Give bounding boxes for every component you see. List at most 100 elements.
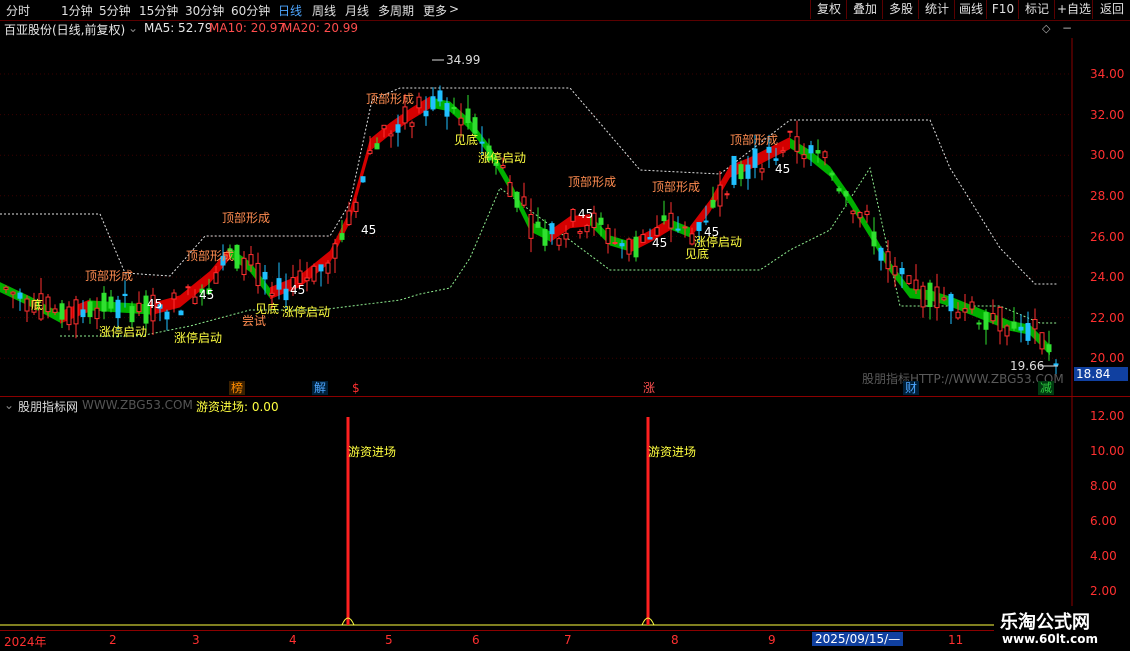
ind-y-tick-10: 10.00 <box>1090 444 1125 458</box>
candle-body <box>983 312 989 330</box>
candle-body <box>927 282 933 308</box>
price-chart-svg[interactable] <box>0 38 1130 396</box>
candle-body <box>1025 322 1031 341</box>
candle-body <box>66 306 72 326</box>
x-axis: 2024年 2 3 4 5 6 7 8 9 2025/09/15/— 11 <box>0 630 1072 651</box>
candle-body <box>535 221 541 228</box>
indicator-svg[interactable] <box>0 397 1130 630</box>
more-chevron-icon[interactable]: > <box>449 2 459 16</box>
candle-body <box>360 176 366 183</box>
candle-body <box>640 234 646 243</box>
period-tab-fenshi[interactable]: 分时 <box>6 2 30 19</box>
event-tag-finance[interactable]: 财 <box>903 381 920 395</box>
candle-body <box>304 277 310 282</box>
candle-body <box>661 215 667 222</box>
add-favorite-button[interactable]: +自选 <box>1054 0 1093 19</box>
candle-body <box>892 265 898 276</box>
event-tag-dividend[interactable]: $ <box>350 381 362 395</box>
ma10-value: MA10: 20.97 <box>209 21 286 35</box>
restore-rights-button[interactable]: 复权 <box>810 0 847 19</box>
back-button[interactable]: 返回 <box>1092 0 1130 19</box>
candle-body <box>325 262 331 274</box>
candle-body <box>752 148 758 168</box>
x-label: 7 <box>564 633 572 647</box>
candle-body <box>388 133 394 137</box>
period-tab-1min[interactable]: 1分钟 <box>61 2 93 19</box>
draw-line-button[interactable]: 画线 <box>954 0 987 19</box>
candle-body <box>885 251 891 270</box>
candle-body <box>731 155 737 185</box>
candle-body <box>1032 319 1038 330</box>
period-tab-multi[interactable]: 多周期 <box>378 2 414 19</box>
candle-body <box>423 110 429 117</box>
candle-body <box>836 188 842 192</box>
candle-body <box>766 146 772 153</box>
statistics-button[interactable]: 统计 <box>918 0 955 19</box>
candle-body <box>598 217 604 225</box>
candle-body <box>577 230 583 234</box>
candle-body <box>528 214 534 239</box>
candle-body <box>94 307 100 320</box>
period-tab-weekly[interactable]: 周线 <box>312 2 336 19</box>
period-tab-15min[interactable]: 15分钟 <box>139 2 178 19</box>
candle-body <box>563 232 569 240</box>
period-tab-more[interactable]: 更多 <box>423 2 447 19</box>
x-label: 6 <box>472 633 480 647</box>
watermark-text: 股朋指标HTTP://WWW.ZBG53.COM <box>862 372 1064 386</box>
candle-body <box>332 243 338 259</box>
multi-stock-button[interactable]: 多股 <box>882 0 919 19</box>
event-tag-reduce[interactable]: 减 <box>1038 381 1055 395</box>
candle-body <box>1053 363 1059 366</box>
candle-body <box>612 241 618 244</box>
signal-limit-up-start: 涨停启动 <box>282 305 331 319</box>
period-tab-5min[interactable]: 5分钟 <box>99 2 131 19</box>
candle-body <box>815 150 821 154</box>
candle-body <box>353 201 359 212</box>
signal-top-formed: 顶部形成 <box>222 211 271 225</box>
signal-limit-up-start: 涨停启动 <box>478 151 527 165</box>
period-tab-monthly[interactable]: 月线 <box>345 2 369 19</box>
ind-y-tick-12: 12.00 <box>1090 409 1125 423</box>
candle-body <box>1018 326 1024 331</box>
candle-body <box>262 271 268 280</box>
indicator-panel[interactable]: ⌄ 股朋指标网 WWW.ZBG53.COM · 游资进场: 0.00 12.00… <box>0 397 1130 630</box>
candle-body <box>248 254 254 266</box>
event-tag-unlock[interactable]: 解 <box>312 381 329 395</box>
candle-body <box>787 130 793 133</box>
period-tab-60min[interactable]: 60分钟 <box>231 2 270 19</box>
candle-body <box>906 275 912 284</box>
signal-45: 45 <box>578 207 594 221</box>
candle-body <box>556 238 562 246</box>
trend-band-segment <box>350 139 370 223</box>
settings-circle-icon[interactable]: ⌄ <box>128 21 138 35</box>
period-tab-daily[interactable]: 日线 <box>278 2 302 19</box>
candle-body <box>990 313 996 322</box>
candle-body <box>241 257 247 276</box>
x-label: 9 <box>768 633 776 647</box>
y-tick-24: 24.00 <box>1090 270 1125 284</box>
signal-45: 45 <box>775 162 791 176</box>
zoom-out-icon[interactable]: − <box>1062 21 1072 35</box>
price-chart-panel[interactable]: 34.00 32.00 30.00 28.00 26.00 24.00 22.0… <box>0 38 1130 396</box>
f10-button[interactable]: F10 <box>986 0 1019 19</box>
event-tag-list[interactable]: 榜 <box>229 381 246 395</box>
candle-body <box>864 210 870 216</box>
candle-body <box>1046 344 1052 353</box>
candle-body <box>584 225 590 233</box>
candle-body <box>913 279 919 291</box>
candle-body <box>1011 321 1017 329</box>
period-tab-30min[interactable]: 30分钟 <box>185 2 224 19</box>
stock-name[interactable]: 百亚股份(日线,前复权) <box>4 21 125 38</box>
candle-body <box>626 238 632 255</box>
mark-button[interactable]: 标记 <box>1018 0 1055 19</box>
signal-top-formed: 顶部形成 <box>568 175 617 189</box>
candle-body <box>367 150 373 154</box>
event-tag-limit-up[interactable]: 涨 <box>641 381 657 395</box>
candle-body <box>969 301 975 310</box>
trend-band-segment <box>630 230 650 253</box>
x-label: 2024年 <box>4 635 47 649</box>
candle-body <box>234 244 240 269</box>
candle-body <box>1039 332 1045 350</box>
overlay-button[interactable]: 叠加 <box>846 0 883 19</box>
diamond-icon[interactable]: ◇ <box>1042 22 1050 35</box>
